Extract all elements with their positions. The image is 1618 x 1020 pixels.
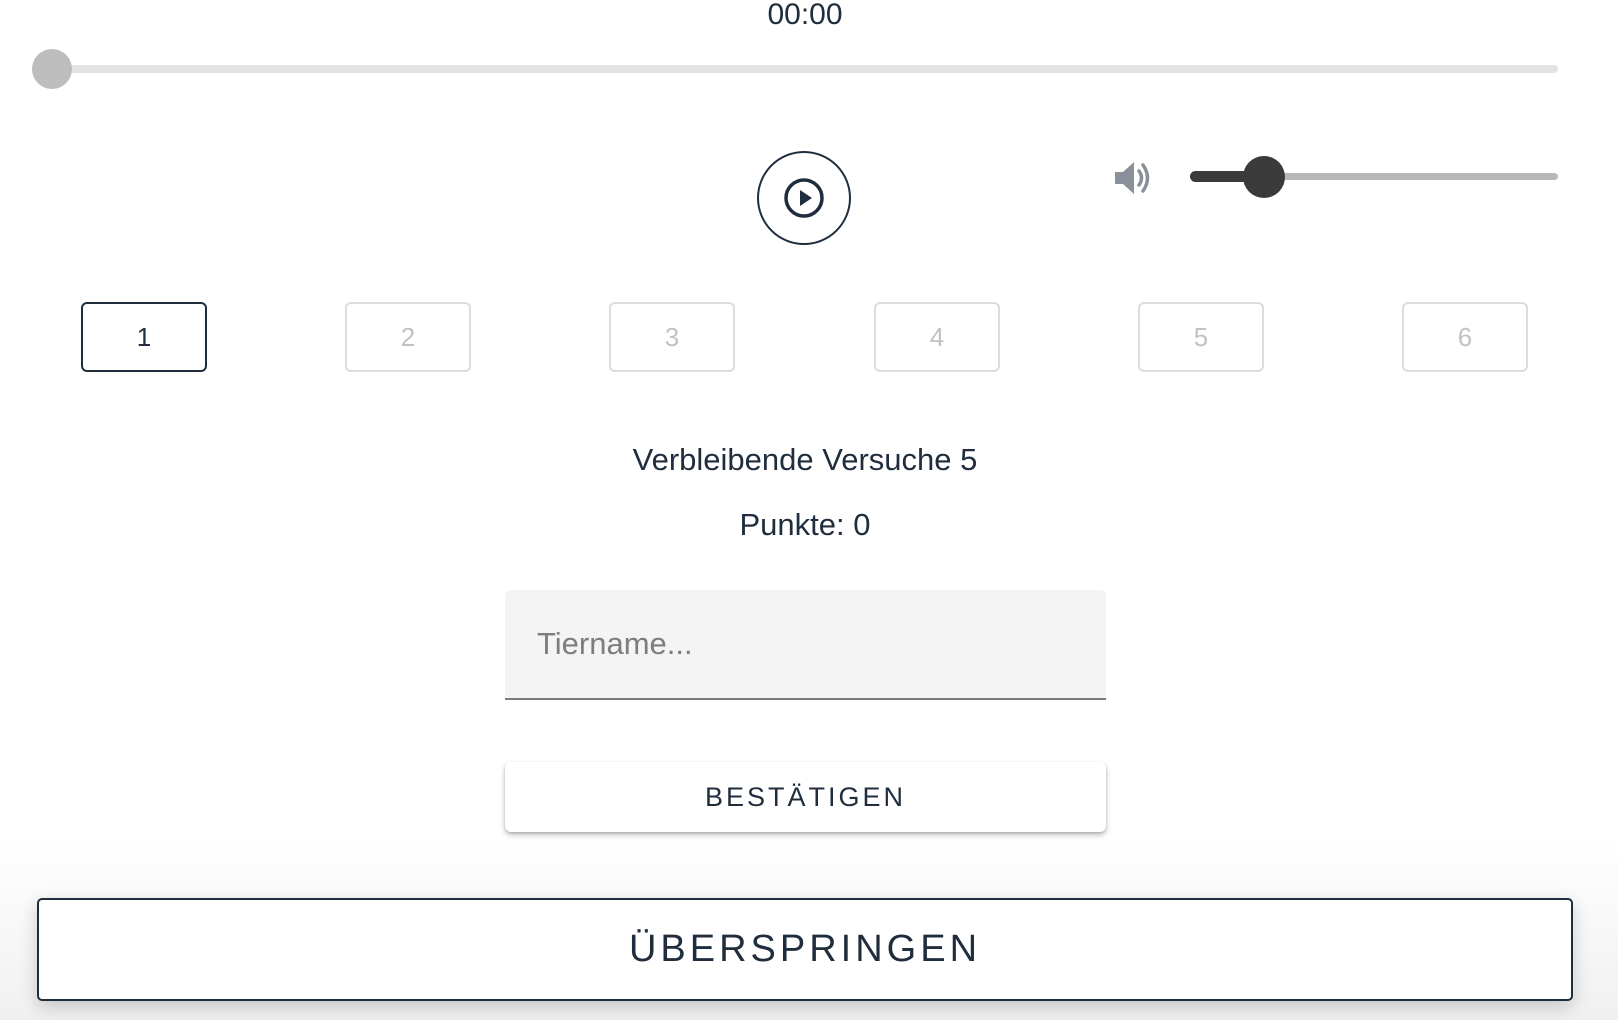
step-box-5[interactable]: 5 — [1138, 302, 1264, 372]
play-button[interactable] — [757, 151, 851, 245]
confirm-button[interactable]: BESTÄTIGEN — [505, 762, 1106, 832]
progress-track[interactable] — [52, 65, 1558, 73]
volume-thumb[interactable] — [1242, 156, 1285, 198]
step-box-6[interactable]: 6 — [1402, 302, 1528, 372]
step-box-1[interactable]: 1 — [81, 302, 207, 372]
animal-name-input[interactable] — [505, 590, 1106, 700]
remaining-attempts: Verbleibende Versuche 5 — [632, 442, 978, 477]
time-display: 00:00 — [767, 0, 843, 31]
points-display: Punkte: 0 — [739, 507, 871, 542]
volume-button[interactable] — [1112, 156, 1156, 200]
progress-thumb[interactable] — [32, 49, 72, 89]
skip-button[interactable]: ÜBERSPRINGEN — [37, 898, 1573, 1001]
step-box-4[interactable]: 4 — [874, 302, 1000, 372]
volume-high-icon — [1115, 162, 1150, 194]
play-circle-icon — [784, 178, 824, 218]
step-box-2[interactable]: 2 — [345, 302, 471, 372]
step-box-3[interactable]: 3 — [609, 302, 735, 372]
